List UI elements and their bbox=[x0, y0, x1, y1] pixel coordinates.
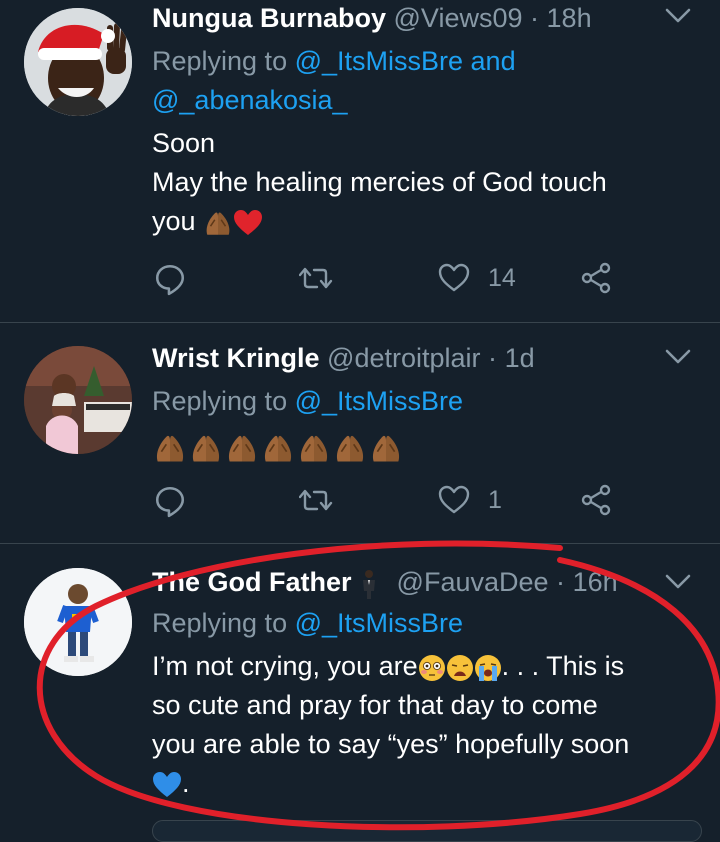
tweet-header: Nungua Burnaboy @Views09 · 18h bbox=[152, 0, 700, 36]
timestamp[interactable]: 18h bbox=[547, 3, 592, 33]
folded-hands-emoji bbox=[228, 434, 256, 463]
tweet-actions: 14 bbox=[152, 262, 612, 302]
retweet-icon bbox=[299, 489, 333, 511]
tweet-text: I’m not crying, you are . . . This is so … bbox=[152, 647, 700, 803]
red-heart-emoji bbox=[234, 209, 263, 235]
quoted-card-edge[interactable] bbox=[152, 820, 702, 842]
replying-label: Replying to bbox=[152, 608, 295, 638]
weary-face-emoji bbox=[446, 654, 473, 681]
text-line: so cute and pray for that day to come bbox=[152, 690, 598, 720]
retweet-button[interactable] bbox=[299, 262, 333, 294]
author-handle[interactable]: @Views09 bbox=[394, 3, 523, 33]
like-count: 1 bbox=[488, 485, 502, 514]
like-button[interactable]: 1 bbox=[438, 484, 502, 516]
mention-link[interactable]: @_abenakosia_ bbox=[152, 85, 348, 115]
share-icon bbox=[581, 484, 611, 516]
text-line: I’m not crying, you are bbox=[152, 651, 418, 681]
text-line-1: I’m not crying, you are . . . This is bbox=[152, 647, 700, 686]
text-line-last: you bbox=[152, 202, 700, 241]
avatar[interactable] bbox=[24, 346, 132, 454]
separator-dot: · bbox=[488, 343, 498, 373]
timestamp[interactable]: 16h bbox=[573, 567, 618, 597]
author-handle[interactable]: @detroitplair bbox=[327, 343, 480, 373]
replying-label: Replying to bbox=[152, 386, 295, 416]
tweet-header: The God Father @FauvaDee · 16h bbox=[152, 564, 700, 600]
reply-button[interactable] bbox=[154, 484, 186, 518]
share-button[interactable] bbox=[580, 484, 612, 516]
mention-joiner[interactable]: and bbox=[463, 46, 516, 76]
author-handle[interactable]: @FauvaDee bbox=[397, 567, 549, 597]
replying-to: Replying to @_ItsMissBre bbox=[152, 382, 700, 421]
folded-hands-emoji bbox=[336, 434, 364, 463]
tweet-1[interactable]: Nungua Burnaboy @Views09 · 18h Replying … bbox=[0, 0, 720, 322]
folded-hands-emoji bbox=[205, 211, 231, 236]
chevron-down-icon[interactable] bbox=[664, 572, 692, 592]
mention-link[interactable]: @_ItsMissBre bbox=[295, 608, 463, 638]
retweet-button[interactable] bbox=[299, 484, 333, 516]
avatar[interactable] bbox=[24, 568, 132, 676]
replying-label: Replying to bbox=[152, 46, 295, 76]
folded-hands-emoji bbox=[372, 434, 400, 463]
folded-hands-emoji bbox=[156, 434, 184, 463]
reply-button[interactable] bbox=[154, 262, 186, 296]
tweet-2[interactable]: Wrist Kringle @detroitplair · 1d Replyin… bbox=[0, 323, 720, 543]
text-line: . bbox=[182, 768, 190, 798]
tweet-3[interactable]: The God Father @FauvaDee · 16h Replying … bbox=[0, 544, 720, 842]
separator-dot: · bbox=[530, 3, 540, 33]
text-line: . . . This is bbox=[501, 651, 625, 681]
folded-hands-emoji bbox=[192, 434, 220, 463]
mention-link[interactable]: @_ItsMissBre bbox=[295, 386, 463, 416]
heart-icon bbox=[438, 485, 470, 514]
reply-icon bbox=[155, 486, 185, 518]
heart-icon bbox=[438, 263, 470, 292]
flushed-face-emoji bbox=[418, 654, 445, 681]
text-line: Soon bbox=[152, 128, 216, 158]
avatar[interactable] bbox=[24, 8, 132, 116]
blue-heart-emoji bbox=[153, 771, 181, 797]
author-name[interactable]: Wrist Kringle bbox=[152, 343, 320, 373]
reply-icon bbox=[155, 264, 185, 296]
replying-to: Replying to @_ItsMissBre and @_abenakosi… bbox=[152, 42, 700, 120]
share-button[interactable] bbox=[580, 262, 612, 294]
text-line: you are able to say “yes” hopefully soon bbox=[152, 729, 630, 759]
man-in-suit-emoji bbox=[363, 569, 376, 599]
loudly-crying-face-emoji bbox=[474, 654, 501, 681]
folded-hands-emoji bbox=[264, 434, 292, 463]
tweet-text: Soon May the healing mercies of God touc… bbox=[152, 124, 700, 241]
separator-dot: · bbox=[556, 567, 566, 597]
like-count: 14 bbox=[488, 263, 516, 292]
folded-hands-emoji bbox=[300, 434, 328, 463]
chevron-down-icon[interactable] bbox=[664, 6, 692, 26]
text-line: you bbox=[152, 206, 196, 236]
replying-to: Replying to @_ItsMissBre bbox=[152, 604, 700, 643]
chevron-down-icon[interactable] bbox=[664, 347, 692, 367]
author-name[interactable]: Nungua Burnaboy bbox=[152, 3, 386, 33]
timestamp[interactable]: 1d bbox=[505, 343, 535, 373]
author-name[interactable]: The God Father bbox=[152, 567, 352, 597]
retweet-icon bbox=[299, 267, 333, 289]
text-line-4: . bbox=[152, 764, 700, 803]
tweet-text bbox=[152, 427, 700, 463]
tweet-header: Wrist Kringle @detroitplair · 1d bbox=[152, 340, 700, 376]
tweet-actions: 1 bbox=[152, 484, 612, 524]
text-line: May the healing mercies of God touch bbox=[152, 167, 607, 197]
mention-link[interactable]: @_ItsMissBre bbox=[295, 46, 463, 76]
like-button[interactable]: 14 bbox=[438, 262, 516, 294]
share-icon bbox=[581, 262, 611, 294]
